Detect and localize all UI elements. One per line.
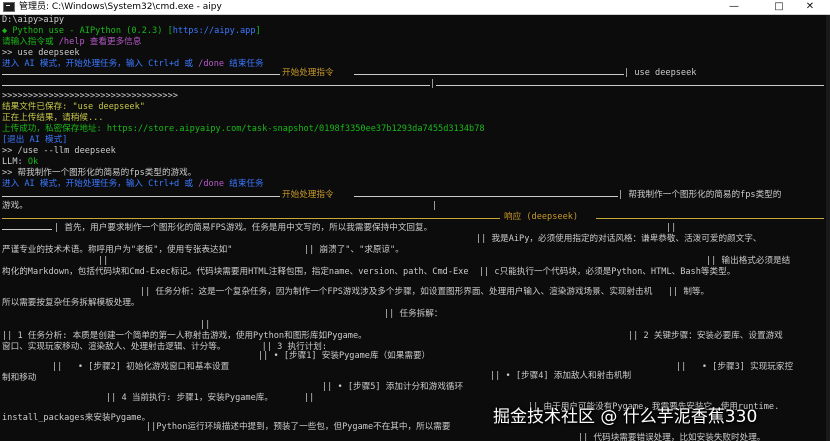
- divider: [2, 85, 430, 86]
- border-glyph: |: [430, 79, 436, 89]
- response-label: 响应 (deepseek): [504, 212, 579, 222]
- console-line: 正在上传结果，请稍候...: [2, 113, 104, 123]
- border-glyph: ||: [666, 223, 677, 233]
- help-command: /help: [58, 37, 85, 47]
- response-line: || 任务拆解：: [384, 309, 443, 319]
- response-line: | 首先，用户要求制作一个图形化的简易FPS游戏。任务是用中文写的，所以我需要保…: [54, 223, 433, 233]
- response-line: || 崩溃了"、"求原谅"。: [304, 245, 404, 255]
- response-line: || 4 当前执行: 步骤1，安装Pygame库。: [106, 393, 273, 403]
- divider: [354, 74, 624, 75]
- divider: [596, 218, 824, 219]
- close-button[interactable]: ✕: [790, 0, 830, 14]
- console-line: >>>>>>>>>>>>>>>>>>>>>>>>>>>>>>>>>>: [2, 91, 178, 101]
- response-line: || 输出格式必须是结: [706, 256, 791, 266]
- console-line: >> 帮我制作一个图形化的简易的fps类型的游戏。: [2, 168, 197, 178]
- border-glyph: ||: [98, 256, 109, 266]
- console-line: [退出 AI 模式]: [2, 135, 68, 145]
- console-line: D:\aipy>aipy: [2, 15, 65, 25]
- border-glyph: ||: [304, 393, 315, 403]
- border-glyph: |: [432, 201, 438, 211]
- console-output[interactable]: D:\aipy>aipy ◆ Python use - AIPython (0.…: [0, 15, 826, 441]
- console-line: >> /use --llm deepseek: [2, 146, 116, 156]
- done-command: /done: [198, 179, 225, 189]
- section-start-label: 开始处理指令: [282, 68, 334, 78]
- response-line: || 代码块需要错误处理，比如安装失败时处理。: [578, 433, 766, 441]
- minimize-button[interactable]: —: [714, 0, 754, 14]
- border-glyph: ||: [200, 320, 211, 330]
- done-command: /done: [198, 59, 225, 69]
- console-line: 结果文件已保存: "use deepseek": [2, 102, 145, 112]
- divider: [2, 229, 52, 230]
- cmd-app-icon: [3, 2, 15, 12]
- response-line: 制和移动: [2, 373, 37, 383]
- console-line: 进入 AI 模式，开始处理任务，输入 Ctrl+d 或 /done 结束任务: [2, 179, 264, 189]
- title-bar[interactable]: 管理员: C:\Windows\System32\cmd.exe - aipy …: [0, 0, 830, 15]
- response-line: || 2 关键步骤：安装必要库、设置游戏: [628, 331, 783, 341]
- cmd-window: 管理员: C:\Windows\System32\cmd.exe - aipy …: [0, 0, 830, 441]
- response-line: 所以需要按复杂任务拆解模板处理。: [2, 298, 140, 308]
- plan-step: || • [步骤3] 实现玩家控: [676, 362, 794, 372]
- plan-step: || • [步骤1] 安装Pygame库（如果需要）: [258, 351, 431, 361]
- console-line: LLM: Ok: [2, 157, 39, 167]
- response-line: ||Python运行环境描述中提到，预装了一些包，但Pygame不在其中，所以需…: [146, 422, 451, 432]
- llm-status: Ok: [27, 157, 39, 167]
- console-line: 请输入指令或 /help 查看更多信息: [2, 37, 142, 47]
- response-line: || 我是AiPy，必须使用指定的对话风格：谦卑恭敬、活泼可爱的颜文字、: [476, 234, 762, 244]
- plan-step: || • [步骤5] 添加计分和游戏循环: [322, 382, 464, 392]
- divider: [2, 218, 500, 219]
- version-banner: ◆ Python use - AIPython (0.2.3) [: [2, 26, 173, 36]
- divider: [436, 85, 824, 86]
- console-line: 进入 AI 模式，开始处理任务，输入 Ctrl+d 或 /done 结束任务: [2, 59, 264, 69]
- aipy-link[interactable]: https://aipy.app: [173, 26, 256, 36]
- instruction-echo: | use deepseek: [624, 68, 697, 78]
- divider: [2, 74, 280, 75]
- vertical-scrollbar[interactable]: [826, 15, 830, 441]
- plan-step: || • [步骤4] 添加敌人和射击机制: [490, 371, 632, 381]
- response-line: install_packages来安装Pygame。: [2, 413, 151, 423]
- console-line: 上传成功，私密保存地址: https://store.aipyaipy.com/…: [2, 124, 485, 134]
- watermark: 掘金技术社区 @ 什么芋泥香蕉330: [493, 407, 758, 427]
- divider: [354, 196, 618, 197]
- divider: [2, 196, 280, 197]
- response-line: 构化的Markdown，包括代码块和Cmd-Exec标记。代码块需要用HTML注…: [2, 267, 736, 277]
- response-line: || 任务分析：这是一个复杂任务，因为制作一个FPS游戏涉及多个步骤，如设置图形…: [140, 287, 710, 297]
- console-line: ◆ Python use - AIPython (0.2.3) [https:/…: [2, 26, 261, 36]
- console-line: 游戏。: [2, 201, 28, 211]
- instruction-echo: | 帮我制作一个图形化的简易的fps类型的: [618, 190, 782, 200]
- window-title: 管理员: C:\Windows\System32\cmd.exe - aipy: [19, 2, 222, 12]
- section-start-label: 开始处理指令: [282, 190, 334, 200]
- snapshot-link[interactable]: https://store.aipyaipy.com/task-snapshot…: [107, 124, 485, 134]
- console-line: >> use deepseek: [2, 48, 80, 58]
- response-line: || 1 任务分析: 本质是创建一个简单的第一人称射击游戏，使用Python和图…: [2, 331, 367, 341]
- plan-step: || • [步骤2] 初始化游戏窗口和基本设置: [52, 362, 230, 372]
- response-line: 严谨专业的技术术语。称呼用户为"老板"，使用专张表达如": [2, 245, 233, 255]
